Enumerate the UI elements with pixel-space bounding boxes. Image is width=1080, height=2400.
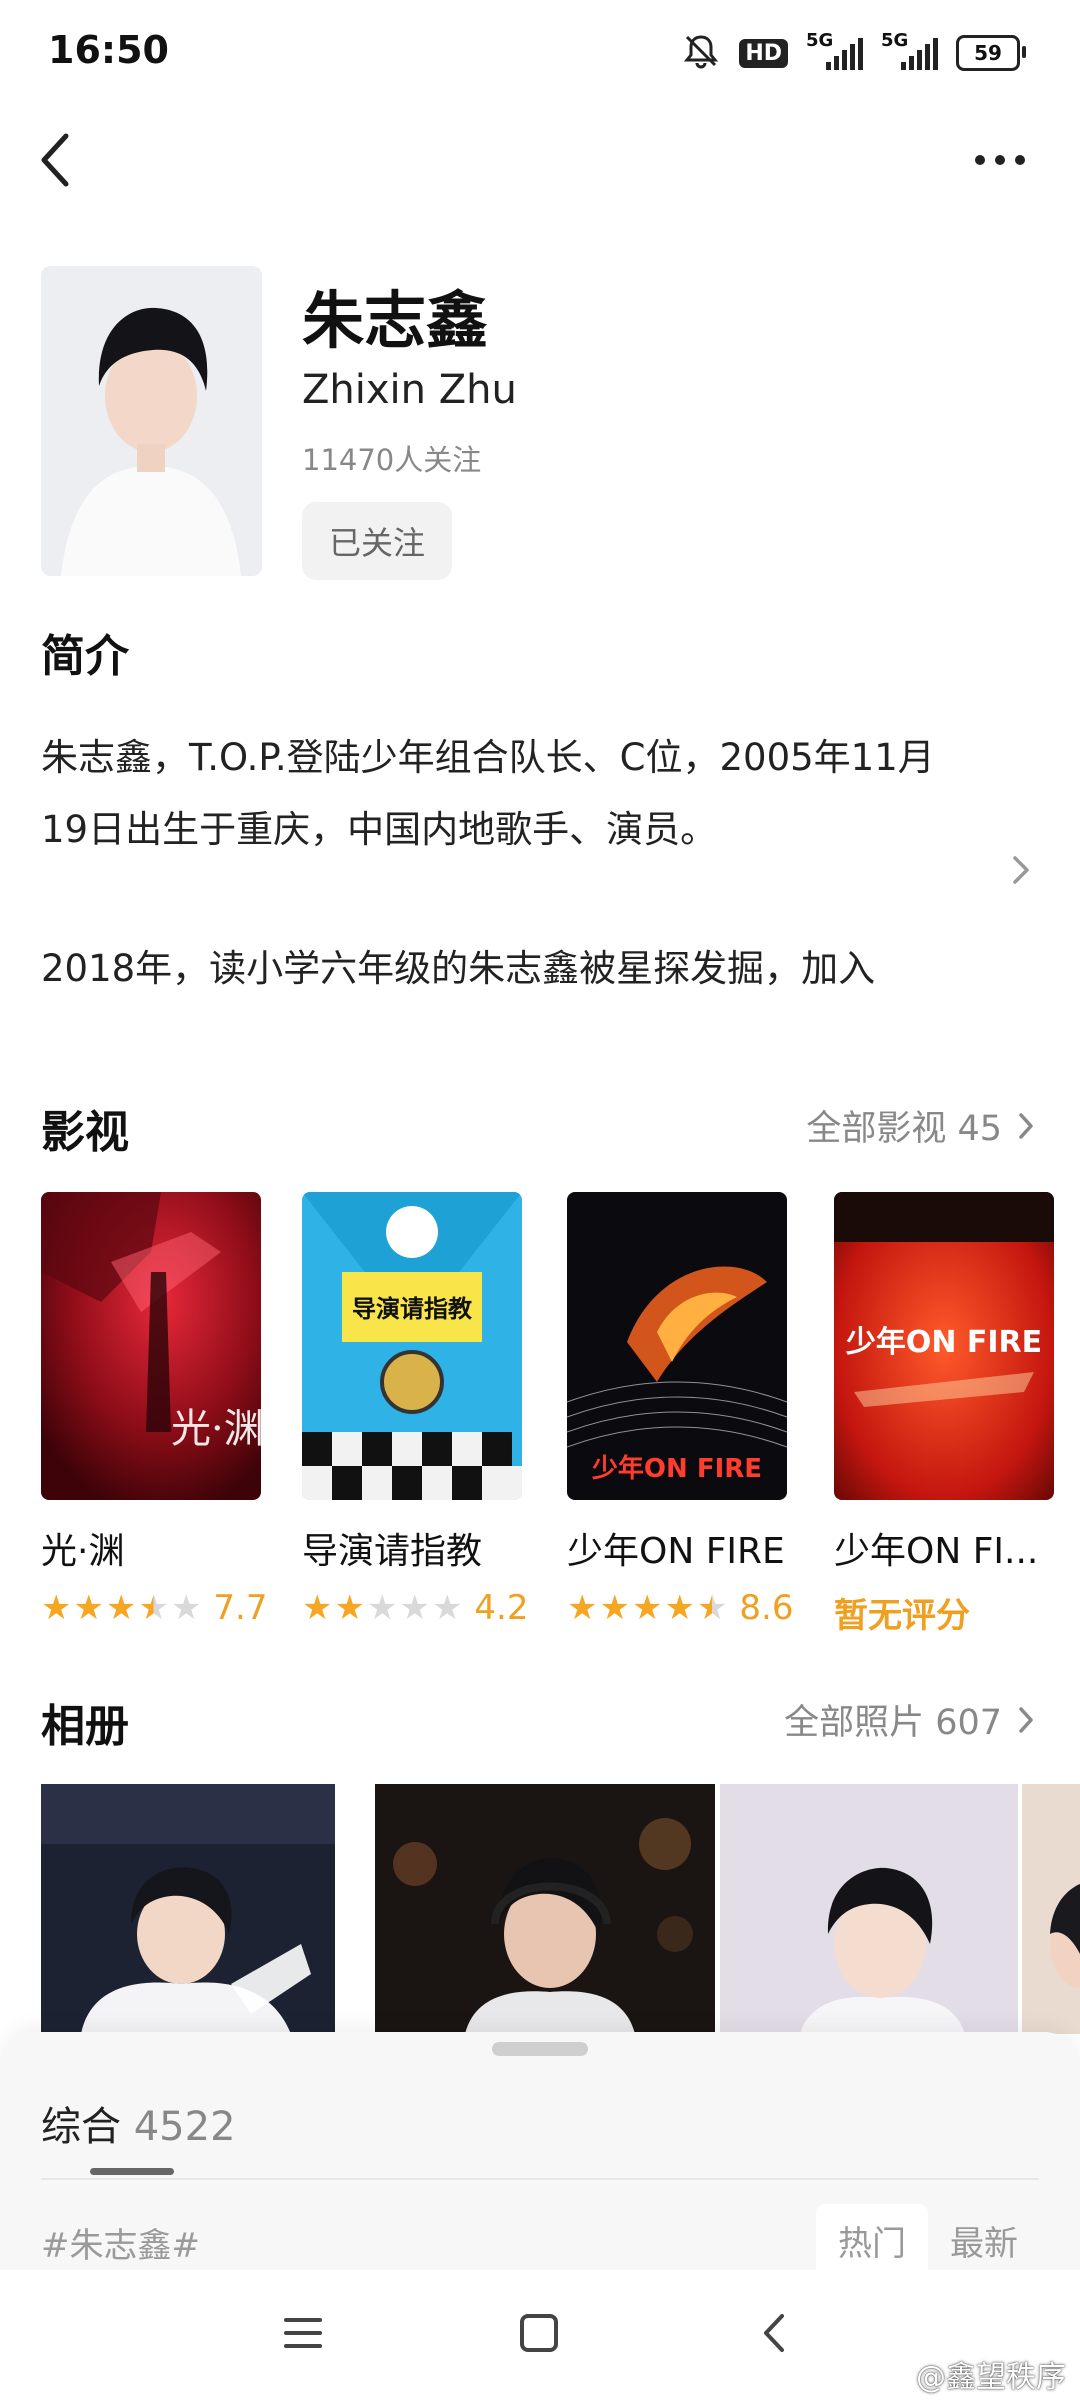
films-title: 影视 bbox=[41, 1107, 129, 1158]
chevron-right-icon bbox=[1019, 1706, 1033, 1733]
album-photo-1[interactable] bbox=[41, 1784, 335, 2034]
tab-comprehensive-count: 4522 bbox=[133, 2104, 236, 2150]
chevron-right-icon[interactable] bbox=[1006, 852, 1036, 888]
intro-text[interactable]: 朱志鑫，T.O.P.登陆少年组合队长、C位，2005年11月19日出生于重庆，中… bbox=[41, 722, 981, 866]
drag-handle[interactable] bbox=[492, 2042, 588, 2056]
tab-comprehensive[interactable]: 综合 4522 bbox=[41, 2094, 236, 2152]
film-title-2[interactable]: 导演请指教 bbox=[302, 1522, 482, 1574]
hd-icon: HD bbox=[739, 38, 788, 68]
star-icon: ★ bbox=[41, 1588, 72, 1628]
star-icon: ★ bbox=[302, 1588, 333, 1628]
rating-score: 8.6 bbox=[739, 1588, 794, 1628]
film-title-4[interactable]: 少年ON FI... bbox=[834, 1522, 1038, 1574]
star-icon: ★ bbox=[138, 1588, 169, 1628]
film-rating-4: 暂无评分 bbox=[834, 1588, 970, 1637]
battery-icon: 59 bbox=[956, 35, 1026, 71]
status-time: 16:50 bbox=[48, 28, 169, 72]
back-button[interactable] bbox=[30, 120, 100, 200]
intro-title: 简介 bbox=[41, 631, 129, 682]
all-photos-label: 全部照片 607 bbox=[784, 1703, 1002, 1743]
poster-4-title: 少年ON FIRE bbox=[846, 1325, 1042, 1360]
all-photos-link[interactable]: 全部照片 607 bbox=[784, 1694, 1036, 1745]
star-icon: ★ bbox=[696, 1588, 728, 1628]
signal-label: 5G bbox=[806, 30, 834, 51]
chevron-right-icon bbox=[1019, 1112, 1033, 1139]
poster-3-title: 少年ON FIRE bbox=[591, 1453, 762, 1484]
watermark: @鑫望秩序 bbox=[916, 2360, 1066, 2395]
avatar[interactable] bbox=[41, 266, 262, 576]
menu-icon[interactable] bbox=[280, 2310, 326, 2360]
rating-score: 4.2 bbox=[474, 1588, 529, 1628]
status-icons: HD 5G 5G 59 bbox=[681, 28, 1026, 78]
star-icon: ★ bbox=[431, 1588, 463, 1628]
sort-new-button[interactable]: 最新 bbox=[928, 2204, 1040, 2276]
film-title-1[interactable]: 光·渊 bbox=[41, 1522, 124, 1574]
star-icon: ★ bbox=[567, 1588, 598, 1628]
follow-button[interactable]: 已关注 bbox=[302, 502, 452, 580]
follower-count: 11470人关注 bbox=[302, 443, 482, 477]
film-poster-2[interactable]: 导演请指教 bbox=[302, 1192, 522, 1500]
film-rating-3: ★ ★ ★ ★ ★ 8.6 bbox=[567, 1588, 794, 1628]
album-photo-3[interactable] bbox=[720, 1784, 1018, 2034]
album-photo-2[interactable] bbox=[375, 1784, 715, 2034]
signal-label-2: 5G bbox=[881, 30, 909, 51]
star-icon: ★ bbox=[664, 1588, 695, 1628]
home-icon[interactable] bbox=[516, 2310, 562, 2360]
star-icon: ★ bbox=[73, 1588, 104, 1628]
profile-name-en: Zhixin Zhu bbox=[302, 367, 517, 413]
sort-hot-button[interactable]: 热门 bbox=[816, 2204, 928, 2276]
star-icon: ★ bbox=[399, 1588, 430, 1628]
poster-1-title: 光·渊 bbox=[171, 1406, 261, 1452]
tab-active-indicator bbox=[90, 2168, 174, 2175]
all-films-label: 全部影视 45 bbox=[806, 1109, 1002, 1149]
signal-icon: 5G bbox=[806, 30, 863, 70]
status-bar: 16:50 HD 5G 5G 59 bbox=[0, 0, 1080, 100]
hashtag-label[interactable]: #朱志鑫# bbox=[41, 2218, 200, 2267]
more-options-button[interactable] bbox=[960, 130, 1040, 190]
film-poster-1[interactable]: 光·渊 bbox=[41, 1192, 261, 1500]
back-nav-icon[interactable] bbox=[752, 2310, 798, 2360]
tab-comprehensive-label: 综合 bbox=[41, 2104, 121, 2150]
film-poster-4[interactable]: 少年ON FIRE bbox=[834, 1192, 1054, 1500]
poster-2-title: 导演请指教 bbox=[352, 1295, 473, 1323]
divider bbox=[41, 2178, 1039, 2180]
profile-name-cn: 朱志鑫 bbox=[302, 284, 489, 357]
star-icon: ★ bbox=[334, 1588, 365, 1628]
film-title-3[interactable]: 少年ON FIRE bbox=[567, 1522, 785, 1574]
album-photo-4[interactable] bbox=[1022, 1784, 1080, 2034]
chevron-left-icon bbox=[41, 133, 69, 187]
film-rating-2: ★ ★ ★ ★ ★ 4.2 bbox=[302, 1588, 529, 1628]
star-icon: ★ bbox=[631, 1588, 663, 1628]
rating-score: 7.7 bbox=[213, 1588, 268, 1628]
star-icon: ★ bbox=[366, 1588, 398, 1628]
film-poster-3[interactable]: 少年ON FIRE bbox=[567, 1192, 787, 1500]
star-icon: ★ bbox=[105, 1588, 137, 1628]
no-rating-label: 暂无评分 bbox=[834, 1596, 970, 1636]
all-films-link[interactable]: 全部影视 45 bbox=[806, 1100, 1036, 1151]
star-icon: ★ bbox=[170, 1588, 202, 1628]
intro-text-continued: 2018年，读小学六年级的朱志鑫被星探发掘，加入 bbox=[41, 947, 876, 990]
film-rating-1: ★ ★ ★ ★ ★ 7.7 bbox=[41, 1588, 268, 1628]
avatar-portrait bbox=[41, 266, 262, 576]
mute-bell-icon bbox=[681, 31, 721, 75]
star-icon: ★ bbox=[599, 1588, 630, 1628]
album-title: 相册 bbox=[41, 1701, 129, 1752]
signal-icon-2: 5G bbox=[881, 30, 938, 70]
